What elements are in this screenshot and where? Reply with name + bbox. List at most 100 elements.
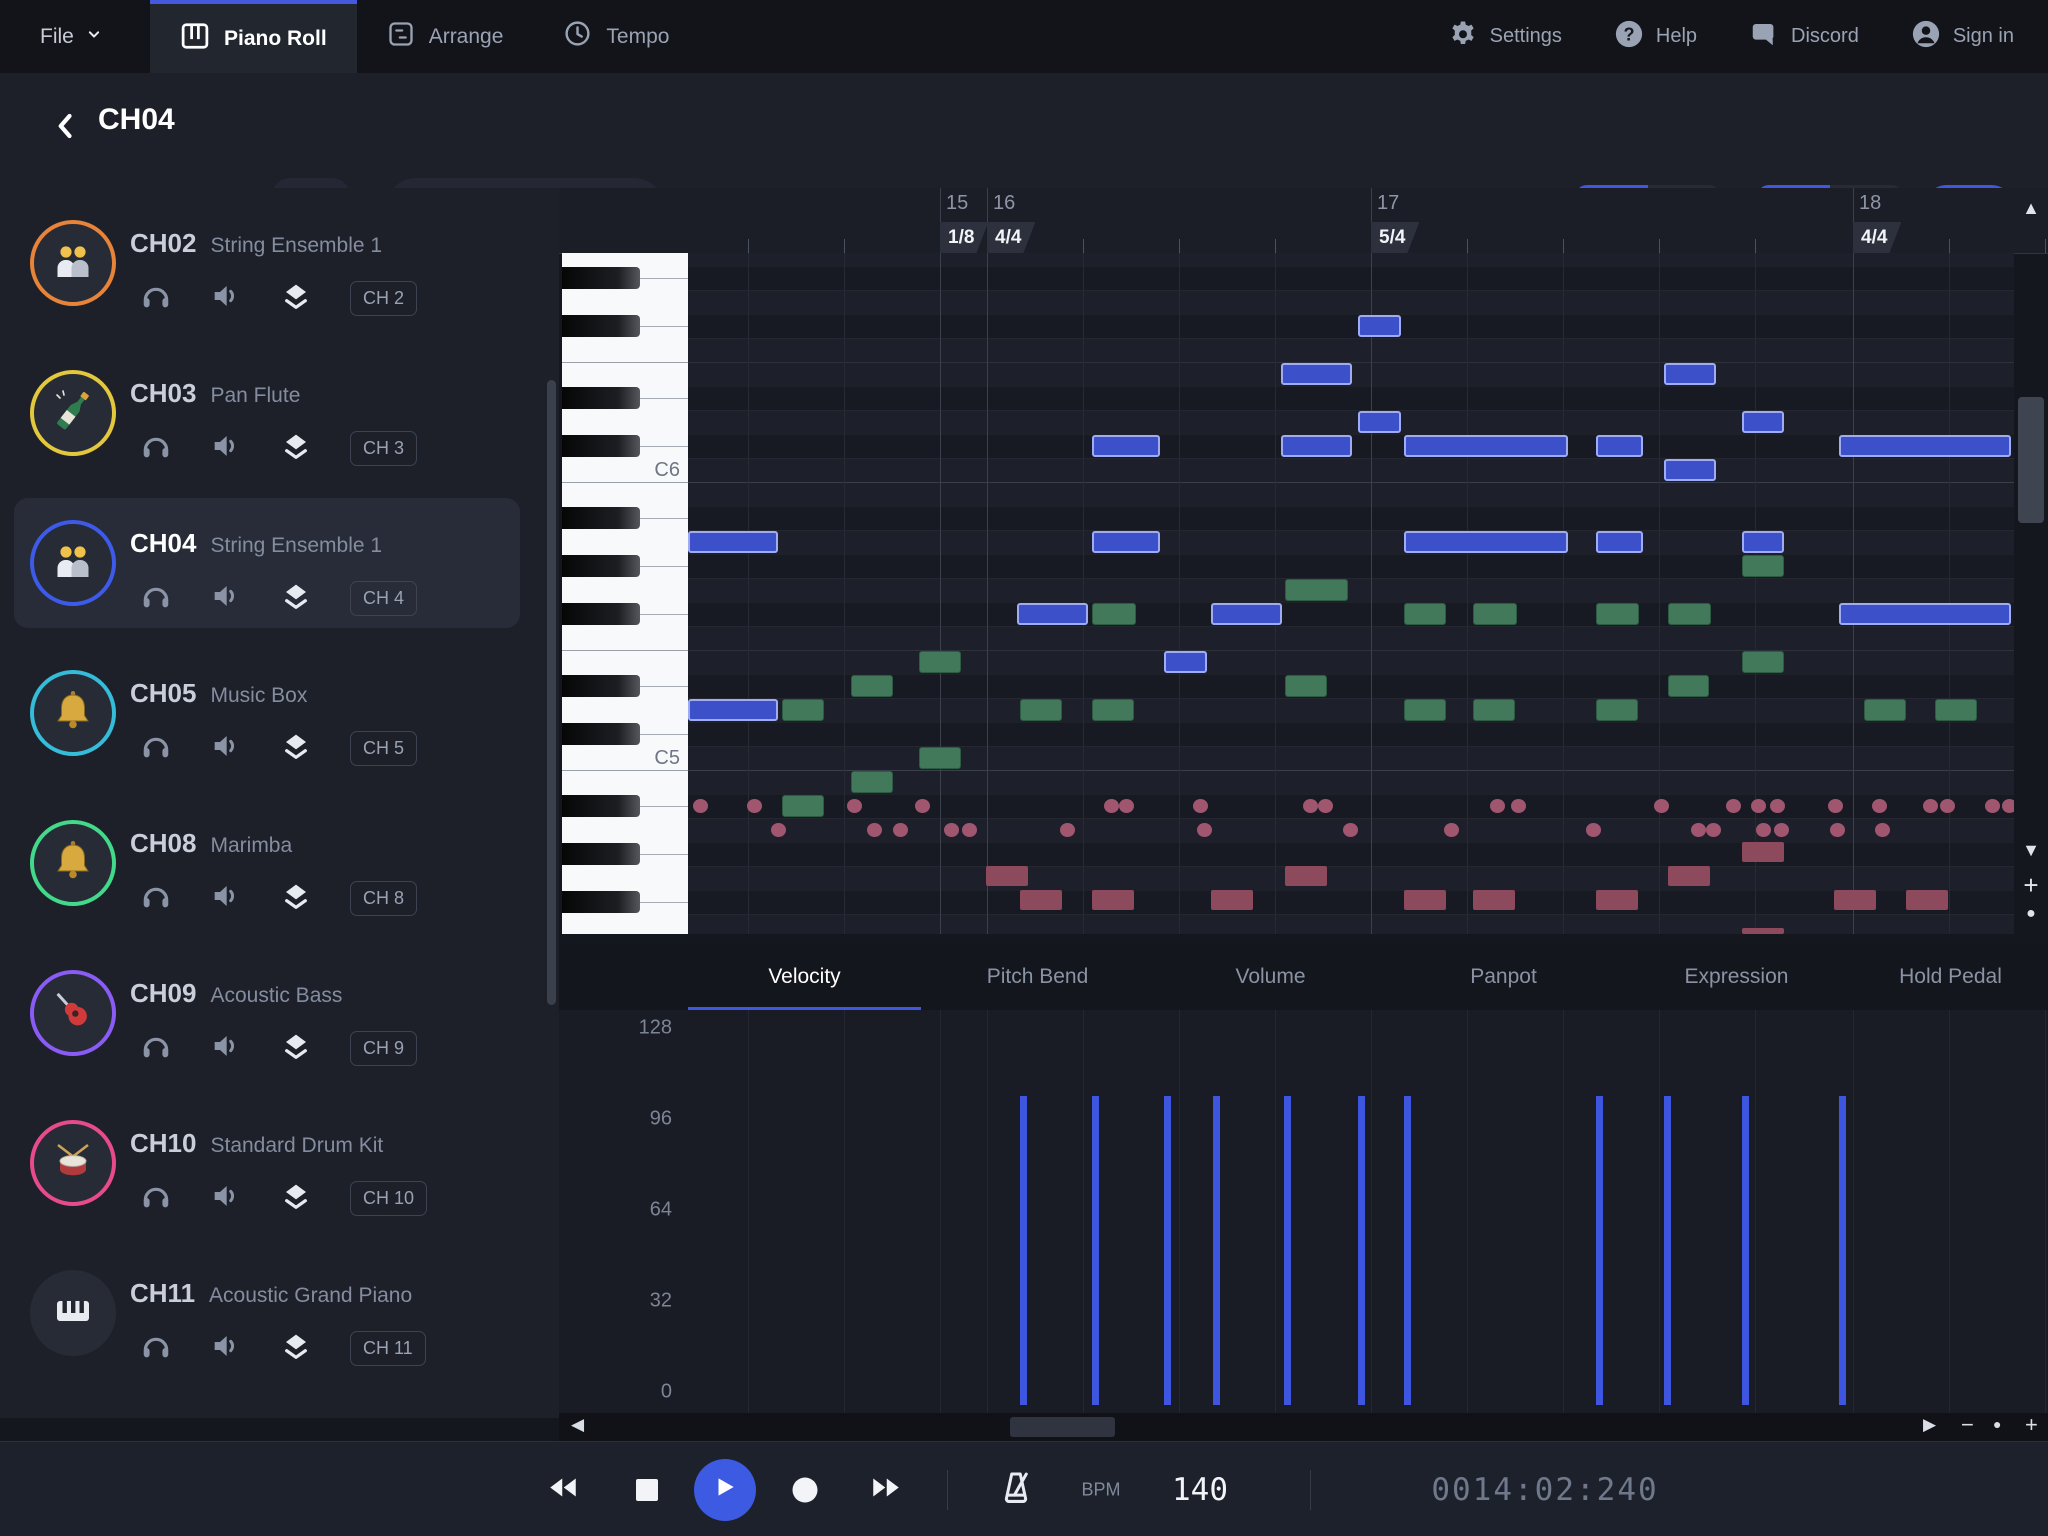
midi-note-ghost[interactable] [1864,699,1906,721]
bpm-value[interactable]: 140 [1172,1472,1228,1508]
track-avatar[interactable] [30,1270,116,1356]
midi-note-selected-track[interactable] [1092,435,1160,457]
drum-note[interactable] [1668,866,1710,886]
drum-note[interactable] [1691,823,1706,837]
scroll-right-icon[interactable]: ▶ [1923,1415,1936,1435]
layers-icon[interactable] [280,580,312,617]
time-signature-badge[interactable]: 1/8 [940,222,988,253]
midi-note-selected-track[interactable] [1839,435,2011,457]
black-key[interactable] [562,315,640,337]
drum-note[interactable] [1742,928,1784,934]
midi-note-selected-track[interactable] [1281,435,1352,457]
drum-note[interactable] [1985,799,2000,813]
control-tab-expression[interactable]: Expression [1620,944,1853,1010]
track-list-scrollbar[interactable] [547,380,556,1005]
midi-note-selected-track[interactable] [688,531,778,553]
track-avatar[interactable] [30,370,116,456]
drum-note[interactable] [693,799,708,813]
nav-help[interactable]: ?Help [1614,19,1697,55]
drum-note[interactable] [747,799,762,813]
metronome-button[interactable] [997,1468,1035,1511]
drum-note[interactable] [1303,799,1318,813]
velocity-bar[interactable] [1404,1096,1411,1405]
speaker-icon[interactable] [210,880,242,917]
drum-note[interactable] [1318,799,1333,813]
drum-note[interactable] [1511,799,1526,813]
midi-note-selected-track[interactable] [1742,531,1784,553]
control-tab-pitch-bend[interactable]: Pitch Bend [921,944,1154,1010]
midi-note-ghost[interactable] [782,795,824,817]
drum-note[interactable] [944,823,959,837]
drum-note[interactable] [1596,890,1638,910]
track-row-ch10[interactable]: CH10Standard Drum KitCH 10 [0,1088,559,1238]
midi-note-selected-track[interactable] [1596,531,1643,553]
back-button[interactable] [52,109,82,148]
drum-note[interactable] [1726,799,1741,813]
speaker-icon[interactable] [210,430,242,467]
channel-badge[interactable]: CH 5 [350,731,417,766]
channel-badge[interactable]: CH 9 [350,1031,417,1066]
drum-note[interactable] [1444,823,1459,837]
forward-button[interactable] [868,1472,904,1507]
drum-note[interactable] [1774,823,1789,837]
black-key[interactable] [562,675,640,697]
midi-note-ghost[interactable] [1092,603,1136,625]
layers-icon[interactable] [280,1330,312,1367]
midi-note-ghost[interactable] [1742,651,1784,673]
velocity-bar[interactable] [1164,1096,1171,1405]
track-avatar[interactable] [30,820,116,906]
drum-note[interactable] [1756,823,1771,837]
velocity-bar[interactable] [1284,1096,1291,1405]
black-key[interactable] [562,723,640,745]
velocity-bar[interactable] [1358,1096,1365,1405]
midi-note-ghost[interactable] [1404,603,1446,625]
velocity-pane[interactable]: 1289664320 [559,1010,2048,1413]
tab-tempo[interactable]: Tempo [533,0,699,73]
track-row-ch11[interactable]: CH11Acoustic Grand PianoCH 11 [0,1238,559,1388]
track-avatar[interactable] [30,670,116,756]
speaker-icon[interactable] [210,730,242,767]
channel-badge[interactable]: CH 3 [350,431,417,466]
time-signature-badge[interactable]: 4/4 [1853,222,1901,253]
drum-note[interactable] [771,823,786,837]
note-grid[interactable] [688,253,2014,934]
zoom-in-horizontal-button[interactable]: + [2025,1412,2038,1438]
zoom-in-vertical-button[interactable]: + [2014,870,2048,901]
scroll-left-icon[interactable]: ◀ [571,1415,584,1435]
drum-note[interactable] [1060,823,1075,837]
tab-piano-roll[interactable]: Piano Roll [150,0,357,73]
track-avatar[interactable] [30,1120,116,1206]
midi-note-ghost[interactable] [1404,699,1446,721]
black-key[interactable] [562,795,640,817]
zoom-reset-vertical-button[interactable]: ● [2014,905,2048,923]
speaker-icon[interactable] [210,1030,242,1067]
midi-note-ghost[interactable] [1092,699,1134,721]
nav-settings[interactable]: Settings [1448,19,1562,55]
speaker-icon[interactable] [210,1180,242,1217]
drum-note[interactable] [1473,890,1515,910]
track-row-ch08[interactable]: CH08MarimbaCH 8 [0,788,559,938]
drum-note[interactable] [1706,823,1721,837]
midi-note-ghost[interactable] [1285,675,1327,697]
midi-note-ghost[interactable] [1742,555,1784,577]
control-tab-volume[interactable]: Volume [1154,944,1387,1010]
midi-note-selected-track[interactable] [1092,531,1160,553]
layers-icon[interactable] [280,730,312,767]
drum-note[interactable] [1020,890,1062,910]
midi-note-ghost[interactable] [851,675,893,697]
midi-note-selected-track[interactable] [1664,459,1716,481]
velocity-bar[interactable] [1092,1096,1099,1405]
midi-note-selected-track[interactable] [1211,603,1282,625]
speaker-icon[interactable] [210,580,242,617]
drum-note[interactable] [1343,823,1358,837]
velocity-bar[interactable] [1742,1096,1749,1405]
headphones-icon[interactable] [140,730,172,767]
drum-note[interactable] [1654,799,1669,813]
midi-note-ghost[interactable] [1473,699,1515,721]
black-key[interactable] [562,387,640,409]
midi-note-selected-track[interactable] [1596,435,1643,457]
channel-badge[interactable]: CH 4 [350,581,417,616]
velocity-bar[interactable] [1839,1096,1846,1405]
black-key[interactable] [562,267,640,289]
piano-keyboard[interactable]: C6C5 [562,253,688,934]
